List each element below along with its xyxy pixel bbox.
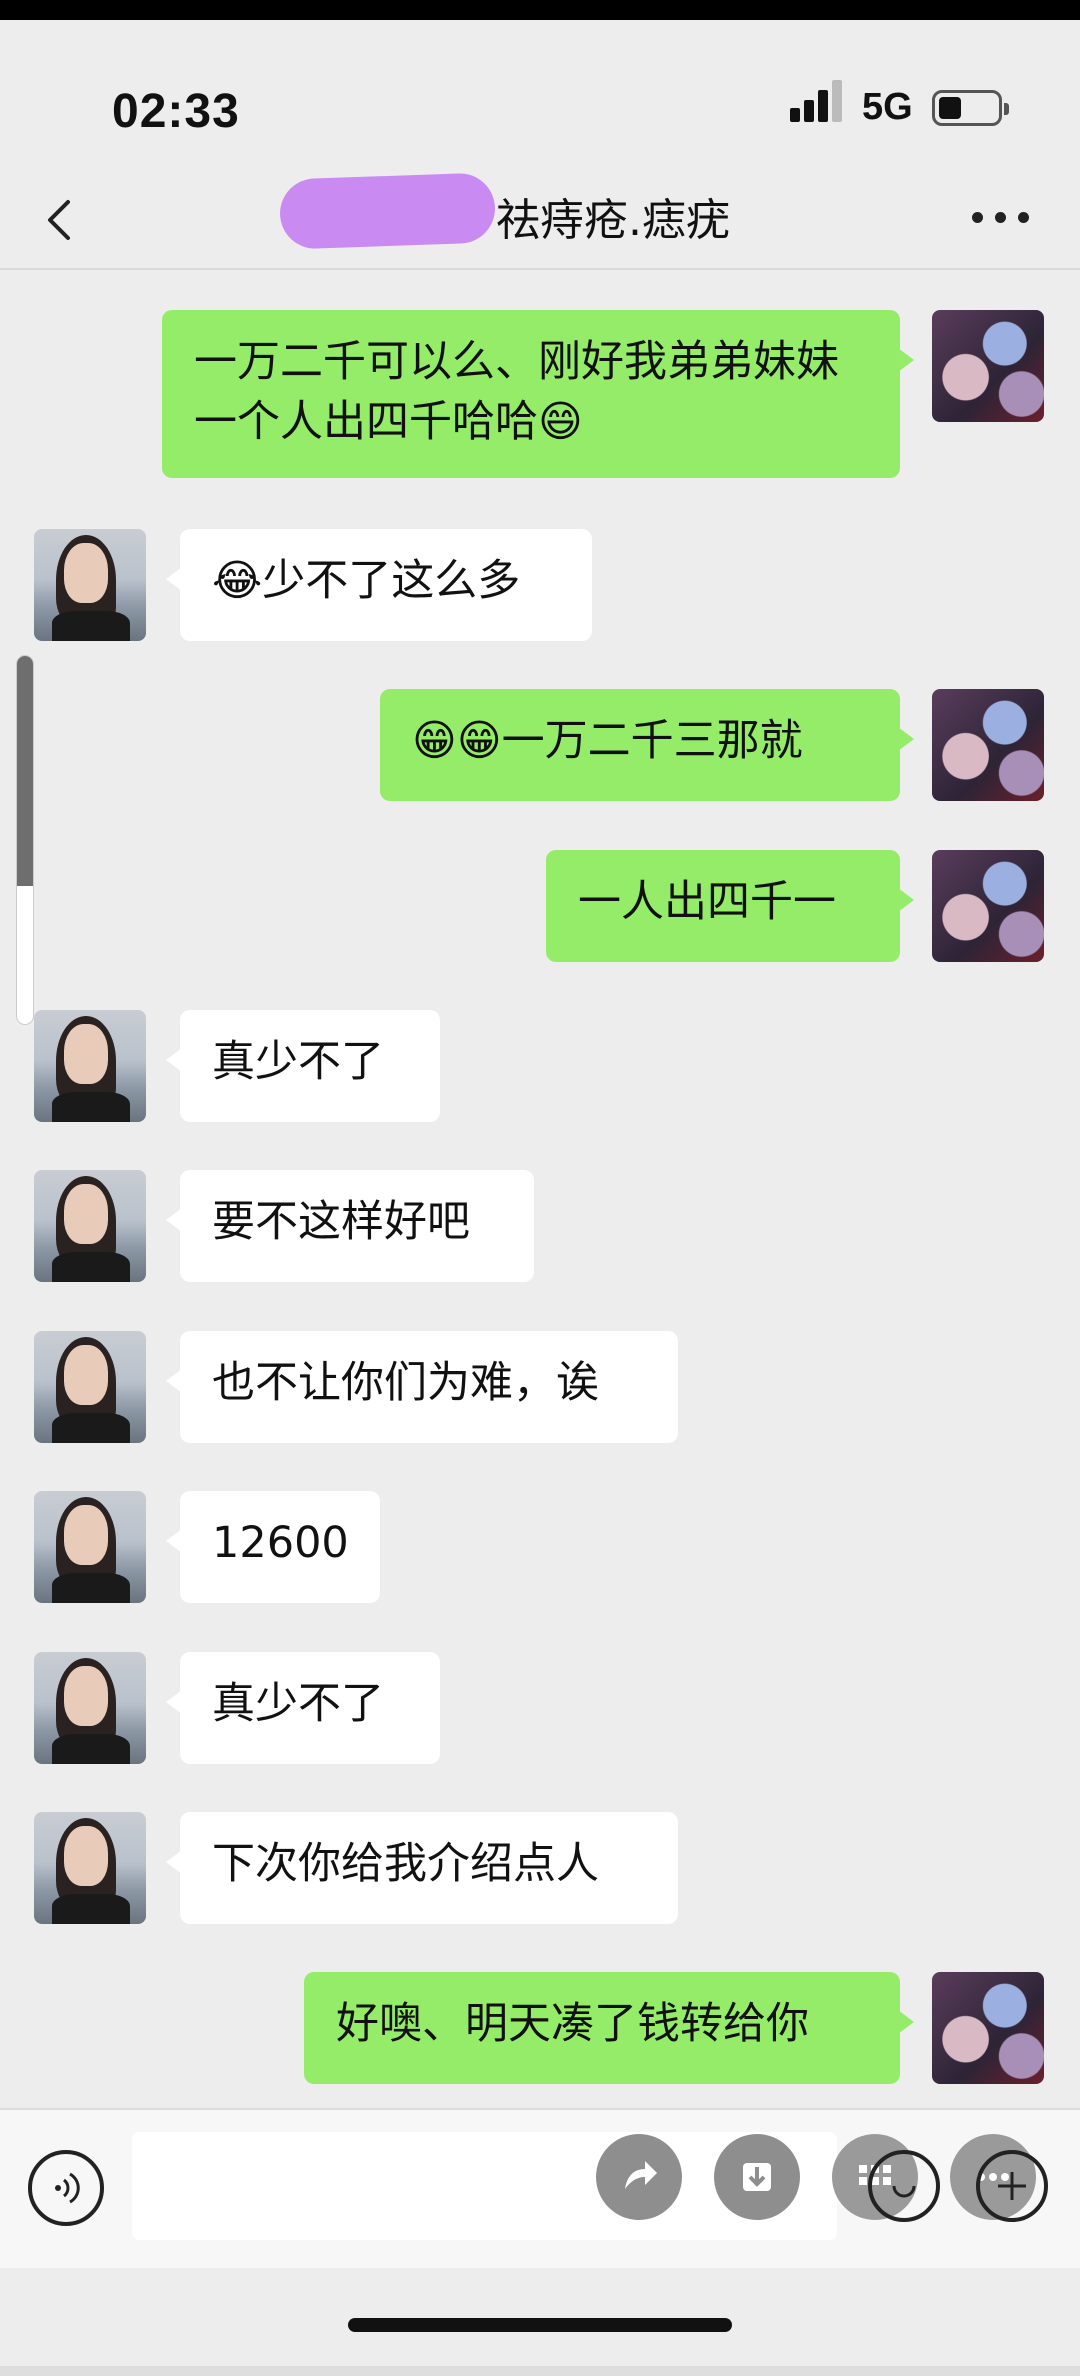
message-bubble-sent[interactable]: 好噢、明天凑了钱转给你 bbox=[304, 1972, 914, 2084]
message-text: 12600 bbox=[212, 1518, 349, 1568]
message-bubble-sent[interactable]: 一人出四千一 bbox=[546, 850, 914, 962]
message-text: 真少不了 bbox=[212, 1679, 384, 1729]
signal-icon bbox=[790, 78, 844, 122]
status-time: 02:33 bbox=[112, 85, 240, 138]
contact-avatar[interactable] bbox=[34, 1010, 146, 1122]
message-bubble-received[interactable]: 真少不了 bbox=[166, 1652, 440, 1764]
input-bar bbox=[0, 2108, 1080, 2268]
my-avatar[interactable] bbox=[932, 689, 1044, 801]
share-icon[interactable] bbox=[596, 2134, 682, 2220]
message-text: 一万二千可以么、刚好我弟弟妹妹一个人出四千哈哈😄 bbox=[194, 337, 839, 447]
my-avatar[interactable] bbox=[932, 850, 1044, 962]
contact-avatar[interactable] bbox=[34, 1812, 146, 1924]
voice-icon[interactable] bbox=[28, 2150, 104, 2226]
message-bubble-sent[interactable]: 一万二千可以么、刚好我弟弟妹妹一个人出四千哈哈😄 bbox=[162, 310, 914, 478]
message-text: 要不这样好吧 bbox=[212, 1197, 470, 1247]
message-text: 也不让你们为难，诶 bbox=[212, 1358, 599, 1408]
add-icon[interactable] bbox=[976, 2150, 1048, 2222]
message-text: 一人出四千一 bbox=[578, 877, 836, 927]
scroll-indicator[interactable] bbox=[16, 655, 34, 1025]
emoji-icon[interactable] bbox=[868, 2150, 940, 2222]
my-avatar[interactable] bbox=[932, 1972, 1044, 2084]
screen-top-edge bbox=[0, 0, 1080, 20]
message-text: 😁😁一万二千三那就 bbox=[412, 716, 803, 766]
message-bubble-received[interactable]: 也不让你们为难，诶 bbox=[166, 1331, 678, 1443]
message-bubble-received[interactable]: 真少不了 bbox=[166, 1010, 440, 1122]
status-bar: 02:33 5G bbox=[0, 20, 1080, 170]
message-bubble-received[interactable]: 😂少不了这么多 bbox=[166, 529, 592, 641]
message-bubble-received[interactable]: 12600 bbox=[166, 1491, 380, 1603]
contact-avatar[interactable] bbox=[34, 529, 146, 641]
contact-avatar[interactable] bbox=[34, 1170, 146, 1282]
download-icon[interactable] bbox=[714, 2134, 800, 2220]
battery-icon bbox=[932, 90, 1009, 126]
message-text: 好噢、明天凑了钱转给你 bbox=[336, 1999, 809, 2049]
chat-title: 祛痔疮.痣疣 bbox=[496, 195, 730, 246]
contact-avatar[interactable] bbox=[34, 1331, 146, 1443]
message-text: 😂少不了这么多 bbox=[212, 556, 521, 606]
back-icon[interactable] bbox=[40, 190, 100, 250]
message-text: 下次你给我介绍点人 bbox=[212, 1839, 599, 1889]
message-list[interactable]: 一万二千可以么、刚好我弟弟妹妹一个人出四千哈哈😄 😂少不了这么多 😁😁一万二千三… bbox=[0, 272, 1080, 2107]
message-bubble-received[interactable]: 下次你给我介绍点人 bbox=[166, 1812, 678, 1924]
contact-avatar[interactable] bbox=[34, 1491, 146, 1603]
message-text: 真少不了 bbox=[212, 1037, 384, 1087]
message-bubble-sent[interactable]: 😁😁一万二千三那就 bbox=[380, 689, 914, 801]
contact-avatar[interactable] bbox=[34, 1652, 146, 1764]
chat-header: 祛痔疮.痣疣 bbox=[0, 170, 1080, 270]
more-options-icon[interactable] bbox=[966, 192, 1036, 242]
message-bubble-received[interactable]: 要不这样好吧 bbox=[166, 1170, 534, 1282]
bottom-edge bbox=[0, 2366, 1080, 2376]
network-type: 5G bbox=[862, 86, 913, 128]
redaction-mark bbox=[278, 172, 497, 250]
home-indicator[interactable] bbox=[348, 2318, 732, 2332]
my-avatar[interactable] bbox=[932, 310, 1044, 422]
